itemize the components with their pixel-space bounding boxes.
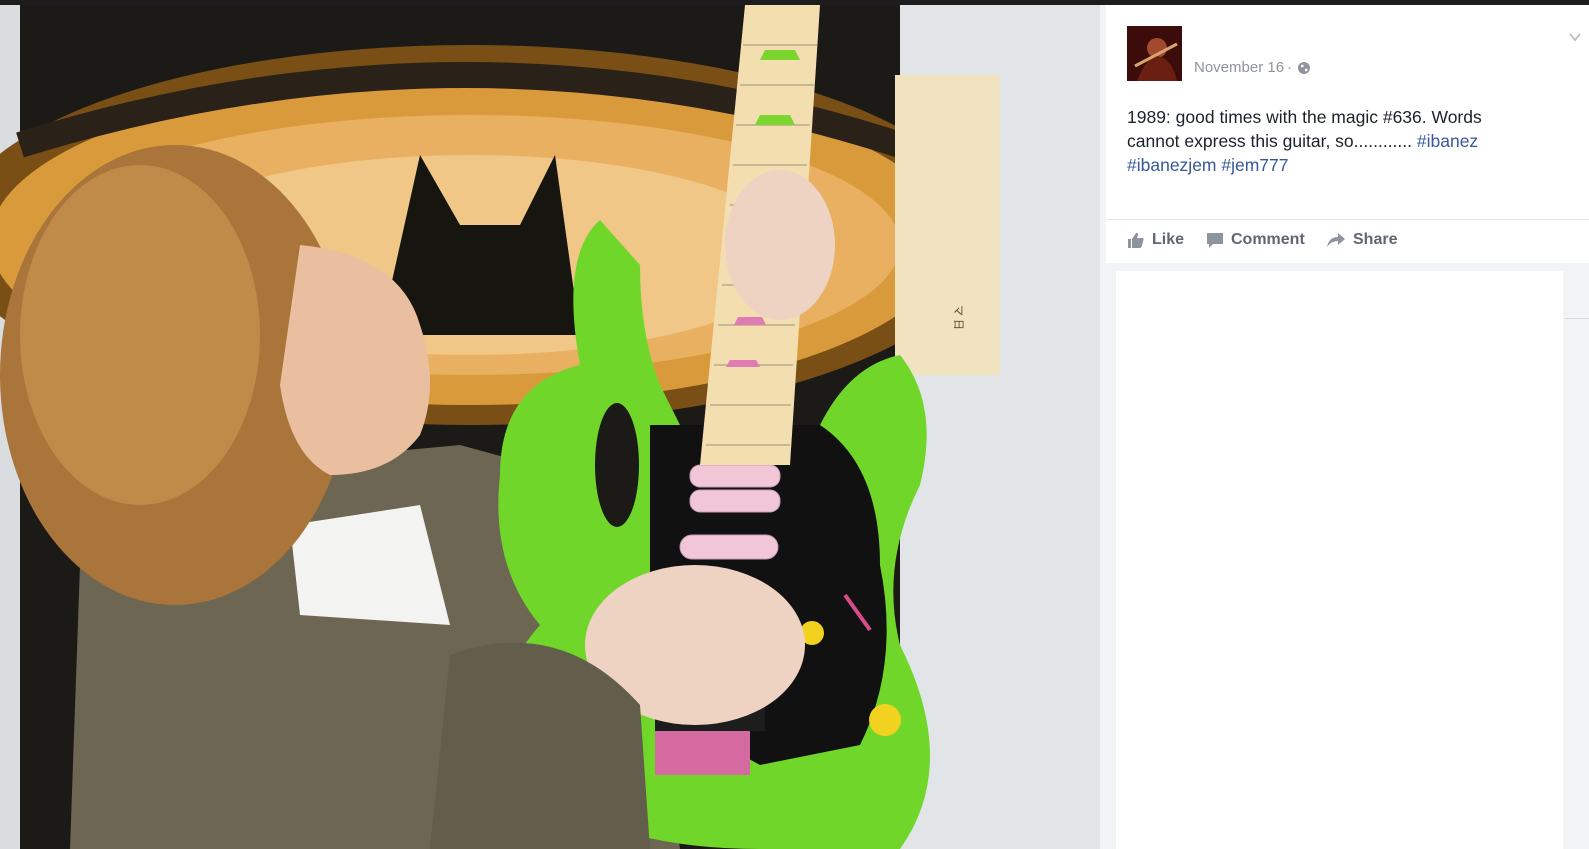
post-text: 1989: good times with the magic #636. Wo… bbox=[1127, 105, 1527, 177]
panel-edge-line bbox=[1565, 318, 1589, 319]
post-panel: November 16 · 1989: good times with the … bbox=[1106, 5, 1589, 849]
comment-label: Comment bbox=[1231, 231, 1305, 248]
comments-area bbox=[1106, 263, 1589, 849]
avatar-image bbox=[1127, 26, 1182, 81]
post-date[interactable]: November 16 bbox=[1194, 59, 1284, 76]
meta-separator: · bbox=[1287, 59, 1293, 76]
post-photo[interactable]: マ 日 bbox=[0, 5, 1100, 849]
post-meta: November 16 · bbox=[1194, 59, 1311, 76]
globe-icon[interactable] bbox=[1297, 61, 1311, 75]
svg-text:マ 日: マ 日 bbox=[952, 305, 964, 330]
hashtag-jem777[interactable]: #jem777 bbox=[1221, 155, 1288, 175]
avatar[interactable] bbox=[1127, 26, 1182, 81]
like-label: Like bbox=[1152, 231, 1185, 248]
share-button[interactable]: Share bbox=[1326, 231, 1397, 249]
hashtag-ibanez[interactable]: #ibanez bbox=[1417, 131, 1478, 151]
hashtag-ibanezjem[interactable]: #ibanezjem bbox=[1127, 155, 1217, 175]
share-icon bbox=[1327, 233, 1345, 247]
like-button[interactable]: Like bbox=[1127, 231, 1184, 249]
share-label: Share bbox=[1353, 231, 1398, 248]
photo-illustration: マ 日 bbox=[0, 5, 1100, 849]
comment-icon bbox=[1207, 233, 1223, 248]
action-bar: Like Comment Share bbox=[1106, 219, 1589, 264]
thumbs-up-icon bbox=[1128, 232, 1144, 248]
comment-button[interactable]: Comment bbox=[1206, 231, 1305, 249]
comments-box bbox=[1116, 271, 1563, 849]
chevron-down-icon[interactable] bbox=[1567, 29, 1583, 45]
